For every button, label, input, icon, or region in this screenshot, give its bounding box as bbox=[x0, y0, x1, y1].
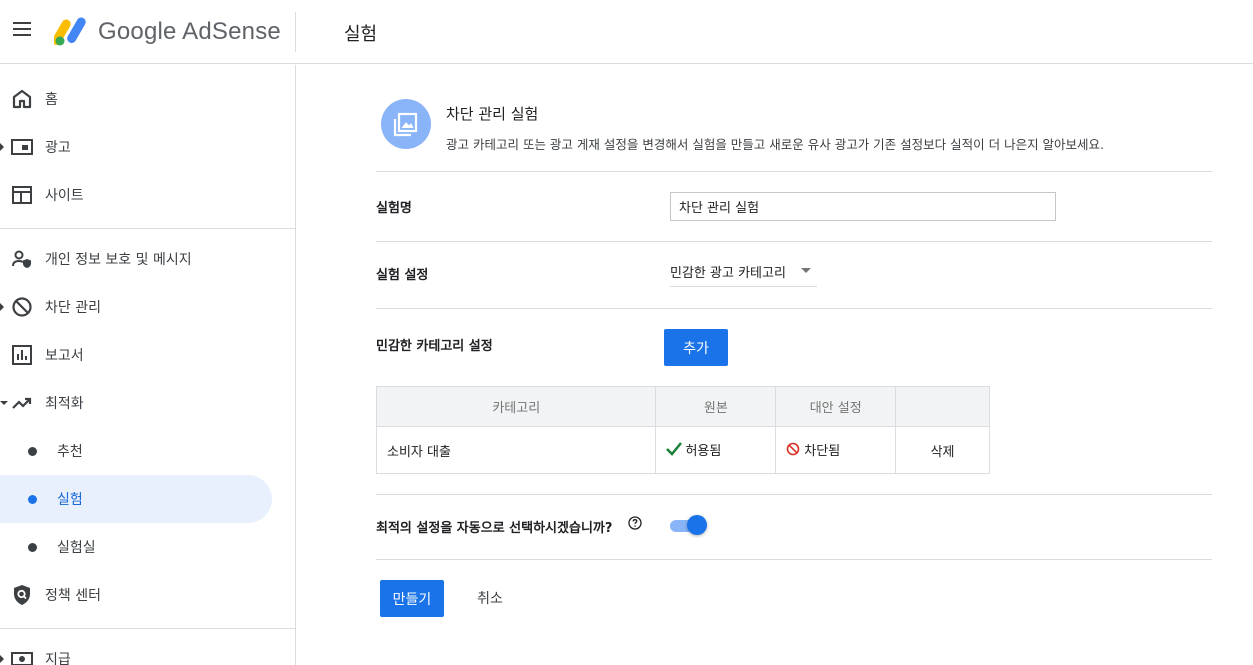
experiment-settings-label: 실험 설정 bbox=[376, 268, 429, 283]
create-button[interactable]: 만들기 bbox=[380, 580, 444, 617]
column-header-action bbox=[895, 386, 990, 427]
sidebar-item-label: 정책 센터 bbox=[45, 588, 101, 604]
logo-text[interactable]: Google AdSense bbox=[98, 18, 281, 46]
column-header-category: 카테고리 bbox=[375, 386, 657, 427]
menu-icon[interactable] bbox=[12, 22, 32, 42]
sites-icon bbox=[12, 186, 32, 204]
auto-select-toggle[interactable] bbox=[670, 515, 708, 535]
sidebar: 홈 광고 사이트 개인 정보 보호 및 메시지 차단 관리 보고서 최적화 추천… bbox=[0, 65, 296, 665]
help-icon[interactable] bbox=[628, 516, 642, 530]
ads-icon bbox=[11, 139, 33, 155]
sidebar-item-label: 사이트 bbox=[45, 188, 84, 204]
sidebar-item-reports[interactable]: 보고서 bbox=[0, 331, 280, 379]
sidebar-item-blocking[interactable]: 차단 관리 bbox=[0, 283, 280, 331]
auto-select-label: 최적의 설정을 자동으로 선택하시겠습니까? bbox=[376, 521, 613, 536]
sidebar-item-policy-center[interactable]: 정책 센터 bbox=[0, 571, 280, 619]
sidebar-subitem-labs[interactable]: 실험실 bbox=[0, 523, 272, 571]
sidebar-item-label: 홈 bbox=[45, 92, 58, 108]
blocked-icon bbox=[786, 442, 800, 456]
table-header-row: 카테고리 원본 대안 설정 bbox=[375, 386, 990, 427]
divider bbox=[376, 559, 1212, 560]
experiment-title: 차단 관리 실험 bbox=[446, 105, 539, 123]
sidebar-item-payments[interactable]: 지급 bbox=[0, 635, 280, 665]
dropdown-arrow-icon bbox=[801, 268, 811, 273]
expand-caret-icon bbox=[0, 655, 4, 663]
toggle-knob bbox=[687, 515, 707, 535]
main-content: 차단 관리 실험 광고 카테고리 또는 광고 게재 설정을 변경해서 실험을 만… bbox=[297, 65, 1253, 665]
sidebar-subitem-recommendations[interactable]: 추천 bbox=[0, 427, 272, 475]
bullet-icon bbox=[28, 495, 37, 504]
home-icon bbox=[12, 89, 32, 109]
check-icon bbox=[666, 442, 683, 457]
delete-button[interactable]: 삭제 bbox=[895, 426, 990, 474]
payments-icon bbox=[11, 652, 33, 665]
dropdown-selected-value: 민감한 광고 카테고리 bbox=[670, 266, 786, 281]
divider bbox=[376, 171, 1212, 172]
sidebar-subitem-experiments[interactable]: 실험 bbox=[0, 475, 272, 523]
sidebar-subitem-label: 실험실 bbox=[57, 540, 96, 556]
sidebar-item-label: 차단 관리 bbox=[45, 300, 101, 316]
sidebar-item-label: 광고 bbox=[45, 140, 71, 156]
bullet-icon bbox=[28, 447, 37, 456]
add-button[interactable]: 추가 bbox=[664, 329, 728, 366]
category-table: 카테고리 원본 대안 설정 소비자 대출 허용됨 차단됨 삭제 bbox=[375, 386, 990, 474]
divider bbox=[376, 241, 1212, 242]
category-cell: 소비자 대출 bbox=[375, 426, 657, 474]
sidebar-item-home[interactable]: 홈 bbox=[0, 75, 280, 123]
alternative-cell: 차단됨 bbox=[775, 426, 897, 474]
column-header-original: 원본 bbox=[655, 386, 777, 427]
divider bbox=[376, 308, 1212, 309]
sidebar-divider bbox=[0, 628, 295, 629]
policy-icon bbox=[14, 585, 30, 605]
header-divider bbox=[295, 12, 296, 52]
expand-caret-icon bbox=[0, 143, 4, 151]
sidebar-item-label: 개인 정보 보호 및 메시지 bbox=[45, 252, 192, 268]
sidebar-item-privacy[interactable]: 개인 정보 보호 및 메시지 bbox=[0, 235, 280, 283]
experiment-settings-dropdown[interactable]: 민감한 광고 카테고리 bbox=[670, 255, 817, 287]
expand-caret-icon bbox=[0, 303, 4, 311]
experiment-description: 광고 카테고리 또는 광고 게재 설정을 변경해서 실험을 만들고 새로운 유사… bbox=[446, 137, 1105, 152]
sidebar-divider bbox=[0, 228, 295, 229]
photo-library-icon bbox=[393, 112, 418, 137]
experiment-icon bbox=[381, 99, 431, 149]
sidebar-subitem-label: 추천 bbox=[57, 444, 83, 460]
sidebar-item-label: 최적화 bbox=[45, 396, 84, 412]
sidebar-item-ads[interactable]: 광고 bbox=[0, 123, 280, 171]
divider bbox=[376, 494, 1212, 495]
sidebar-subitem-label: 실험 bbox=[57, 492, 83, 508]
app-header: Google AdSense 실험 bbox=[0, 0, 1253, 64]
cancel-button[interactable]: 취소 bbox=[462, 580, 518, 616]
column-header-alternative: 대안 설정 bbox=[775, 386, 897, 427]
adsense-logo-icon bbox=[54, 17, 86, 46]
collapse-caret-icon bbox=[0, 401, 8, 405]
reports-icon bbox=[12, 345, 32, 365]
original-cell: 허용됨 bbox=[655, 426, 777, 474]
status-allowed: 허용됨 bbox=[685, 443, 722, 459]
sidebar-item-optimization[interactable]: 최적화 bbox=[0, 379, 280, 427]
experiment-name-input[interactable] bbox=[670, 192, 1056, 221]
privacy-icon bbox=[12, 250, 31, 268]
block-icon bbox=[12, 297, 32, 317]
bullet-icon bbox=[28, 543, 37, 552]
optimization-icon bbox=[12, 397, 32, 409]
sensitive-category-settings-label: 민감한 카테고리 설정 bbox=[376, 339, 493, 354]
experiment-name-label: 실험명 bbox=[376, 201, 412, 216]
table-row: 소비자 대출 허용됨 차단됨 삭제 bbox=[375, 426, 990, 474]
page-title: 실험 bbox=[344, 24, 378, 45]
sidebar-item-sites[interactable]: 사이트 bbox=[0, 171, 280, 219]
sidebar-item-label: 보고서 bbox=[45, 348, 84, 364]
sidebar-item-label: 지급 bbox=[45, 652, 71, 665]
status-blocked: 차단됨 bbox=[804, 443, 841, 459]
